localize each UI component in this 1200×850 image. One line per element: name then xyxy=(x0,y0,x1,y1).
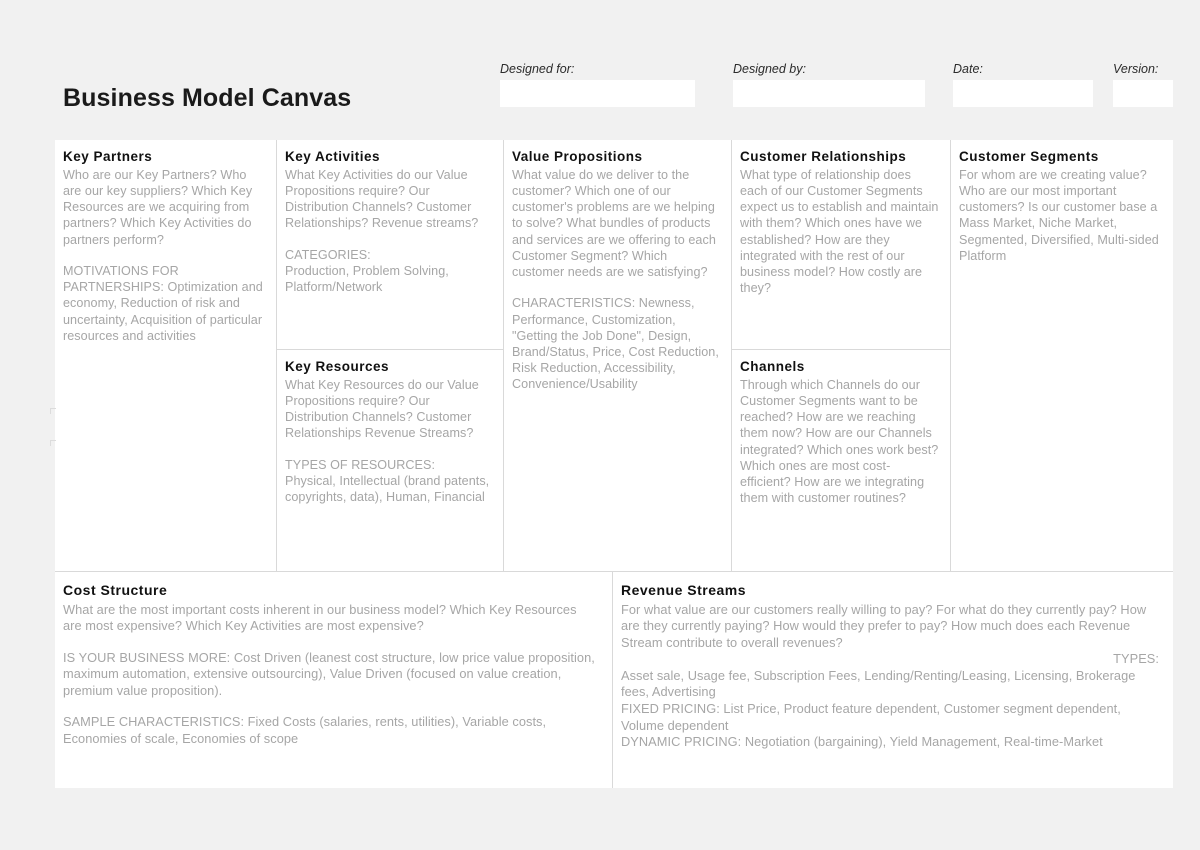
block-key-activities[interactable]: Key Activities What Key Activities do ou… xyxy=(277,140,504,350)
key-partners-questions: Who are our Key Partners? Who are our ke… xyxy=(63,167,253,247)
block-channels[interactable]: Channels Through which Channels do our C… xyxy=(732,350,951,572)
block-key-partners[interactable]: Key Partners Who are our Key Partners? W… xyxy=(55,140,277,572)
block-key-resources[interactable]: Key Resources What Key Resources do our … xyxy=(277,350,504,572)
revenue-streams-questions: For what value are our customers really … xyxy=(621,601,1147,650)
block-title-key-partners: Key Partners xyxy=(63,149,153,164)
block-title-key-activities: Key Activities xyxy=(285,149,381,164)
canvas-grid: Key Partners Who are our Key Partners? W… xyxy=(55,140,1173,788)
block-title-customer-segments: Customer Segments xyxy=(959,149,1099,164)
designed-by-label: Designed by: xyxy=(733,62,806,76)
business-model-canvas-page: Business Model Canvas Designed for: Desi… xyxy=(0,0,1200,850)
block-title-cost-structure: Cost Structure xyxy=(63,582,168,598)
block-title-value-propositions: Value Propositions xyxy=(512,149,643,164)
revenue-streams-types-label: TYPES: xyxy=(1113,651,1159,667)
version-label: Version: xyxy=(1113,62,1159,76)
block-title-customer-relationships: Customer Relationships xyxy=(740,149,907,164)
revenue-streams-dynamic-pricing: DYNAMIC PRICING: Negotiation (bargaining… xyxy=(621,734,1103,750)
block-cost-structure[interactable]: Cost Structure What are the most importa… xyxy=(55,572,613,788)
cost-structure-notes-2: SAMPLE CHARACTERISTICS: Fixed Costs (sal… xyxy=(63,714,547,747)
value-propositions-notes: CHARACTERISTICS: Newness, Performance, C… xyxy=(512,296,719,392)
version-input[interactable] xyxy=(1113,80,1173,107)
key-partners-notes: MOTIVATIONS FOR PARTNERSHIPS: Optimizati… xyxy=(63,263,263,343)
designed-for-input[interactable] xyxy=(500,80,695,107)
version-field-group: Version: xyxy=(1113,62,1173,107)
canvas-header: Business Model Canvas Designed for: Desi… xyxy=(55,62,1173,128)
date-input[interactable] xyxy=(953,80,1093,107)
block-value-propositions[interactable]: Value Propositions What value do we deli… xyxy=(504,140,732,572)
registration-tick-upper xyxy=(50,408,56,414)
customer-segments-questions: For whom are we creating value? Who are … xyxy=(959,167,1159,263)
revenue-streams-fixed-pricing: FIXED PRICING: List Price, Product featu… xyxy=(621,701,1121,733)
value-propositions-questions: What value do we deliver to the customer… xyxy=(512,167,716,280)
date-field-group: Date: xyxy=(953,62,1093,107)
key-resources-notes: Physical, Intellectual (brand patents, c… xyxy=(285,473,490,505)
block-title-key-resources: Key Resources xyxy=(285,359,390,374)
cost-structure-notes-1: IS YOUR BUSINESS MORE: Cost Driven (lean… xyxy=(63,649,595,698)
block-customer-segments[interactable]: Customer Segments For whom are we creati… xyxy=(951,140,1173,572)
date-label: Date: xyxy=(953,62,983,76)
designed-for-label: Designed for: xyxy=(500,62,575,76)
key-resources-questions: What Key Resources do our Value Proposit… xyxy=(285,377,479,441)
block-title-channels: Channels xyxy=(740,359,805,374)
cost-structure-questions: What are the most important costs inhere… xyxy=(63,601,577,634)
block-title-revenue-streams: Revenue Streams xyxy=(621,582,747,598)
page-title: Business Model Canvas xyxy=(63,84,352,112)
key-activities-questions: What Key Activities do our Value Proposi… xyxy=(285,167,479,231)
customer-relationships-questions: What type of relationship does each of o… xyxy=(740,167,939,296)
designed-by-input[interactable] xyxy=(733,80,925,107)
key-activities-notes-heading: CATEGORIES: xyxy=(285,247,371,262)
designed-for-field-group: Designed for: xyxy=(500,62,695,107)
channels-questions: Through which Channels do our Customer S… xyxy=(740,377,939,506)
designed-by-field-group: Designed by: xyxy=(733,62,925,107)
key-activities-notes: Production, Problem Solving, Platform/Ne… xyxy=(285,263,449,295)
key-resources-notes-heading: TYPES OF RESOURCES: xyxy=(285,457,436,472)
registration-tick-lower xyxy=(50,440,56,446)
block-customer-relationships[interactable]: Customer Relationships What type of rela… xyxy=(732,140,951,350)
block-revenue-streams[interactable]: Revenue Streams For what value are our c… xyxy=(613,572,1173,788)
revenue-streams-types-list: Asset sale, Usage fee, Subscription Fees… xyxy=(621,667,1136,700)
